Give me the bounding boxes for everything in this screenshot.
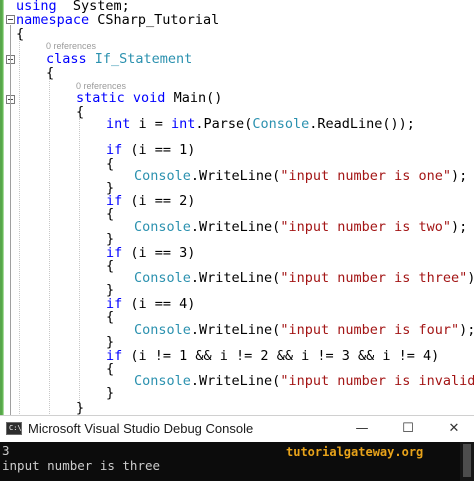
code-token: .ReadLine()); xyxy=(309,116,415,132)
console-output-line: 3 xyxy=(2,443,10,458)
code-line-parse[interactable]: int i = int.Parse(Console.ReadLine()); xyxy=(106,115,415,133)
code-token: Main() xyxy=(165,90,223,106)
code-token: { xyxy=(106,258,115,274)
code-token: int xyxy=(171,116,196,132)
code-line-main[interactable]: static void Main() xyxy=(76,89,222,107)
indent-guide xyxy=(79,118,80,408)
code-token: ); xyxy=(451,219,468,235)
code-line-writeline[interactable]: Console.WriteLine("input number is inval… xyxy=(134,372,474,390)
code-token: namespace xyxy=(16,12,90,28)
minimize-icon[interactable]: — xyxy=(342,416,382,442)
code-token: "input number is four" xyxy=(280,322,460,338)
code-token: Console xyxy=(134,168,191,184)
maximize-icon[interactable]: ☐ xyxy=(388,416,428,442)
code-line-brace[interactable]: { xyxy=(106,205,114,223)
code-token: { xyxy=(16,26,25,42)
code-editor[interactable]: 0 references 0 references using System; … xyxy=(0,0,474,415)
code-token: (i != 1 && i != 2 && i != 3 && i != 4) xyxy=(122,348,440,364)
code-line-brace[interactable]: { xyxy=(106,360,114,378)
code-line-brace[interactable]: } xyxy=(106,384,114,402)
code-line-writeline[interactable]: Console.WriteLine("input number is four"… xyxy=(134,321,474,339)
code-line-if[interactable]: if (i == 1) xyxy=(106,141,195,159)
code-line-if[interactable]: if (i == 3) xyxy=(106,244,195,262)
change-indicator-bar-secondary xyxy=(2,0,4,415)
indent-guide xyxy=(19,36,20,415)
code-token: } xyxy=(76,400,85,415)
code-token: If_Statement xyxy=(94,51,193,67)
code-token: int xyxy=(106,116,131,132)
code-token: Console xyxy=(134,322,191,338)
code-token: void xyxy=(132,90,166,106)
code-line-brace[interactable]: { xyxy=(76,103,84,121)
code-token: { xyxy=(46,65,55,81)
code-line-writeline[interactable]: Console.WriteLine("input number is one")… xyxy=(134,167,467,185)
code-token: "input number is invalid" xyxy=(280,373,474,389)
close-icon[interactable]: ✕ xyxy=(434,416,474,442)
code-token: (i == 1) xyxy=(122,142,196,158)
code-token: { xyxy=(106,156,115,172)
code-line-brace[interactable]: { xyxy=(106,308,114,326)
fold-line xyxy=(10,25,11,415)
console-output-line: input number is three xyxy=(2,458,161,473)
code-token: ); xyxy=(451,168,468,184)
code-token: "input number is one" xyxy=(280,168,451,184)
scrollbar-thumb[interactable] xyxy=(463,444,471,477)
code-line-if[interactable]: if (i != 1 && i != 2 && i != 3 && i != 4… xyxy=(106,347,439,365)
code-token: Console xyxy=(252,116,310,132)
code-line-class[interactable]: class If_Statement xyxy=(46,50,192,68)
code-token: .WriteLine( xyxy=(190,168,281,184)
code-token: CSharp_Tutorial xyxy=(89,12,220,28)
console-scrollbar[interactable] xyxy=(460,442,474,481)
code-line-writeline[interactable]: Console.WriteLine("input number is three… xyxy=(134,269,474,287)
console-title-bar[interactable]: C:\ Microsoft Visual Studio Debug Consol… xyxy=(0,415,474,442)
code-token: (i == 4) xyxy=(122,296,196,312)
console-title: Microsoft Visual Studio Debug Console xyxy=(28,421,254,436)
code-token: { xyxy=(106,361,115,377)
console-app-icon: C:\ xyxy=(6,422,22,435)
code-line-namespace[interactable]: namespace CSharp_Tutorial xyxy=(16,11,219,29)
code-line-brace[interactable]: { xyxy=(106,155,114,173)
code-token: ); xyxy=(459,322,474,338)
code-token: { xyxy=(106,206,115,222)
code-token: .WriteLine( xyxy=(190,322,281,338)
code-line-brace[interactable]: } xyxy=(76,399,84,415)
code-token: "input number is three" xyxy=(280,270,468,286)
collapse-icon[interactable] xyxy=(6,15,15,24)
code-token: (i == 3) xyxy=(122,245,196,261)
code-token: Console xyxy=(134,270,191,286)
indent-guide xyxy=(49,78,50,415)
code-token: "input number is two" xyxy=(280,219,451,235)
console-output-area[interactable]: 3 input number is three tutorialgateway.… xyxy=(0,442,474,481)
code-token: .Parse( xyxy=(195,116,253,132)
code-line-brace[interactable]: { xyxy=(106,257,114,275)
code-line-if[interactable]: if (i == 2) xyxy=(106,192,195,210)
code-token: ); xyxy=(467,270,474,286)
code-token: (i == 2) xyxy=(122,193,196,209)
code-token: Console xyxy=(134,219,191,235)
code-token: } xyxy=(106,385,115,401)
code-token: { xyxy=(76,104,85,120)
code-line-brace[interactable]: { xyxy=(16,25,24,43)
code-line-brace[interactable]: { xyxy=(46,64,54,82)
code-token: Console xyxy=(134,373,191,389)
code-token: .WriteLine( xyxy=(190,219,281,235)
code-line-if[interactable]: if (i == 4) xyxy=(106,295,195,313)
code-token: { xyxy=(106,309,115,325)
code-line-writeline[interactable]: Console.WriteLine("input number is two")… xyxy=(134,218,467,236)
code-token: .WriteLine( xyxy=(190,270,281,286)
code-token: i = xyxy=(130,116,172,132)
watermark: tutorialgateway.org xyxy=(286,445,424,459)
code-token: .WriteLine( xyxy=(190,373,281,389)
